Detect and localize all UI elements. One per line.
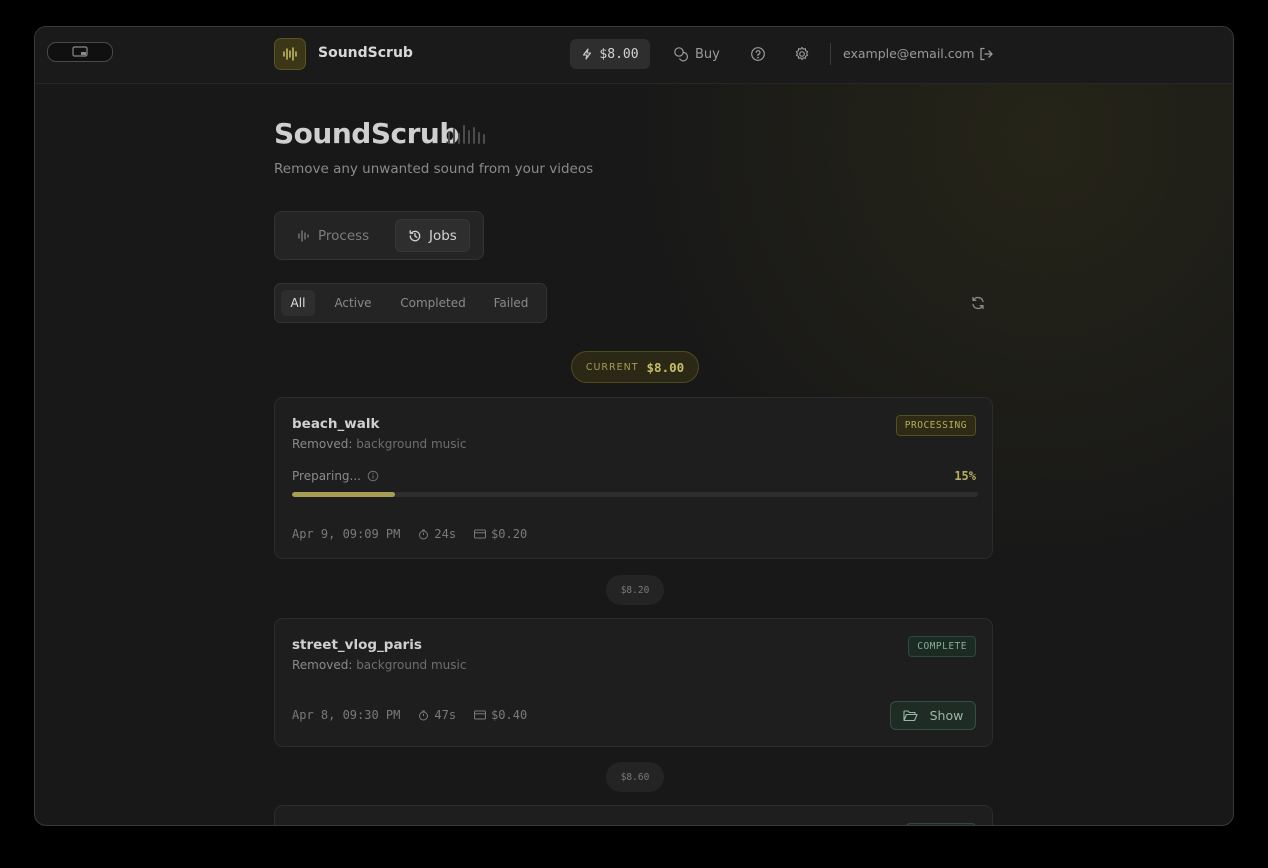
job-name: beach_walk bbox=[292, 416, 380, 432]
waveform-icon bbox=[283, 47, 297, 61]
job-meta: Apr 8, 09:30 PM 47s $0.40 bbox=[292, 708, 527, 722]
job-cost: $0.40 bbox=[474, 708, 527, 722]
job-meta: Apr 9, 09:09 PM 24s $0.20 bbox=[292, 527, 527, 541]
balance-marker: $8.20 bbox=[606, 575, 664, 605]
header-divider bbox=[830, 43, 831, 65]
page-title: SoundScrub bbox=[274, 117, 459, 150]
waveform-icon bbox=[448, 125, 485, 144]
job-date: Apr 9, 09:09 PM bbox=[292, 527, 401, 541]
gear-icon[interactable] bbox=[794, 46, 810, 62]
info-icon[interactable] bbox=[367, 470, 379, 482]
card-icon bbox=[474, 529, 487, 539]
window-icon bbox=[72, 46, 88, 57]
bolt-icon bbox=[583, 48, 592, 60]
status-badge: COMPLETE bbox=[908, 636, 976, 657]
page-subtitle: Remove any unwanted sound from your vide… bbox=[274, 161, 594, 177]
removed-label: Removed: bbox=[292, 658, 353, 672]
filter-all[interactable]: All bbox=[281, 290, 315, 316]
filter-active[interactable]: Active bbox=[327, 290, 379, 316]
filter-failed[interactable]: Failed bbox=[483, 290, 539, 316]
tab-label: Process bbox=[318, 227, 370, 244]
duration-value: 47s bbox=[434, 708, 457, 722]
logo bbox=[274, 38, 306, 70]
balance-marker: $8.60 bbox=[606, 762, 664, 792]
window-controls[interactable] bbox=[47, 42, 113, 62]
tab-process[interactable]: Process bbox=[285, 219, 381, 252]
job-filter-tabs: All Active Completed Failed bbox=[274, 283, 547, 323]
current-balance-pill: CURRENT $8.00 bbox=[571, 351, 699, 383]
current-balance-value: $8.00 bbox=[646, 359, 685, 375]
progress-text: Preparing... bbox=[292, 469, 361, 483]
progress-bar bbox=[292, 492, 978, 497]
job-duration: 24s bbox=[418, 527, 456, 541]
buy-button[interactable]: Buy bbox=[673, 39, 720, 69]
folder-open-icon bbox=[903, 710, 918, 722]
status-badge: PROCESSING bbox=[895, 415, 976, 436]
status-badge bbox=[906, 823, 976, 825]
mode-tabs: Process Jobs bbox=[274, 211, 484, 260]
filter-completed[interactable]: Completed bbox=[393, 290, 473, 316]
show-label: Show bbox=[929, 708, 964, 723]
timer-icon bbox=[419, 529, 429, 539]
job-card: beach_walk Removed: background music PRO… bbox=[274, 397, 993, 559]
cost-value: $0.40 bbox=[491, 708, 528, 722]
brand-name: SoundScrub bbox=[318, 45, 413, 61]
history-icon bbox=[409, 229, 421, 241]
job-card bbox=[274, 805, 993, 825]
user-email: example@email.com bbox=[843, 46, 975, 61]
refresh-icon[interactable] bbox=[970, 295, 986, 311]
show-in-folder-button[interactable]: Show bbox=[890, 701, 976, 730]
removed-value: background music bbox=[356, 658, 467, 672]
job-duration: 47s bbox=[418, 708, 456, 722]
cost-value: $0.20 bbox=[491, 527, 528, 541]
logout-icon[interactable] bbox=[978, 46, 994, 62]
help-icon[interactable] bbox=[750, 46, 766, 62]
progress-percent: 15% bbox=[954, 469, 976, 483]
top-bar: SoundScrub $8.00 Buy example@email.com bbox=[35, 27, 1233, 84]
timer-icon bbox=[419, 710, 429, 720]
progress-fill bbox=[292, 492, 395, 497]
buy-label: Buy bbox=[695, 46, 720, 62]
tab-label: Jobs bbox=[429, 227, 457, 244]
progress-label: Preparing... bbox=[292, 469, 379, 483]
current-balance-label: CURRENT bbox=[585, 361, 639, 373]
job-card: street_vlog_paris Removed: background mu… bbox=[274, 618, 993, 747]
coins-icon bbox=[674, 47, 689, 62]
card-icon bbox=[474, 710, 487, 720]
removed-value: background music bbox=[356, 437, 467, 451]
job-name: street_vlog_paris bbox=[292, 637, 422, 653]
duration-value: 24s bbox=[434, 527, 457, 541]
job-cost: $0.20 bbox=[474, 527, 527, 541]
removed-label: Removed: bbox=[292, 437, 353, 451]
waveform-icon bbox=[298, 229, 309, 242]
tab-jobs[interactable]: Jobs bbox=[395, 219, 470, 252]
job-removed: Removed: background music bbox=[292, 658, 466, 672]
app-window: SoundScrub $8.00 Buy example@email.com S… bbox=[34, 26, 1234, 826]
job-removed: Removed: background music bbox=[292, 437, 466, 451]
job-date: Apr 8, 09:30 PM bbox=[292, 708, 401, 722]
balance-button[interactable]: $8.00 bbox=[570, 39, 650, 69]
balance-amount: $8.00 bbox=[599, 46, 639, 62]
